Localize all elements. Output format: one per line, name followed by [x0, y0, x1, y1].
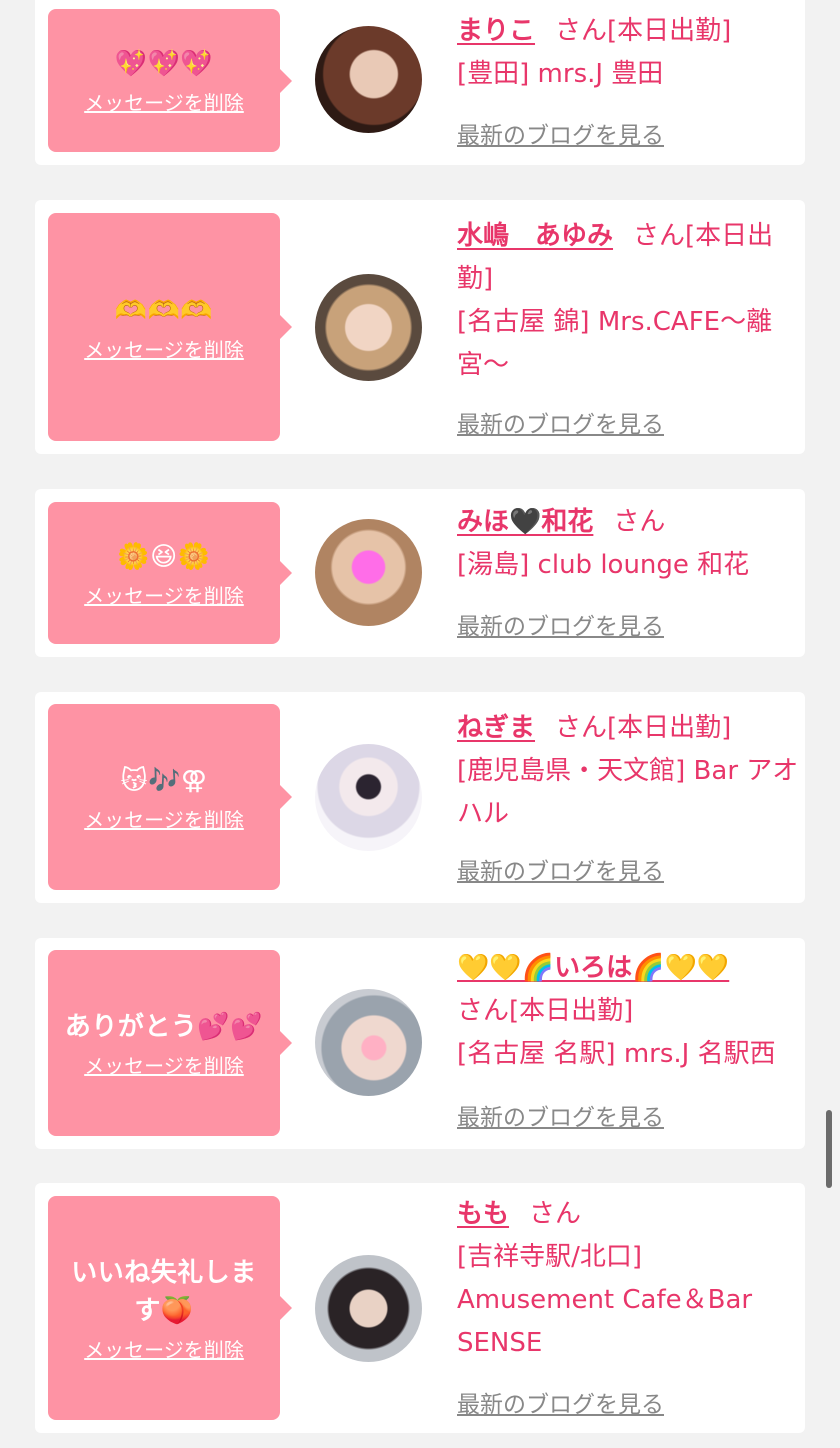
- message-bubble: 💖💖💖 メッセージを削除: [48, 9, 292, 152]
- work-status: [本日出勤]: [607, 16, 732, 46]
- shop-name: [名古屋 名駅] mrs.J 名駅西: [457, 1039, 776, 1069]
- avatar[interactable]: [315, 989, 422, 1096]
- profile-name-link[interactable]: 水嶋 あゆみ: [457, 221, 613, 251]
- profile-name-link[interactable]: もも: [457, 1199, 509, 1229]
- avatar[interactable]: [315, 274, 422, 381]
- shop-name: [湯島] club lounge 和花: [457, 550, 750, 580]
- work-status: [本日出勤]: [509, 996, 634, 1026]
- delete-message-link[interactable]: メッセージを削除: [84, 87, 244, 116]
- blog-link[interactable]: 最新のブログを見る: [457, 116, 664, 150]
- profile-info: まりこ さん[本日出勤] [豊田] mrs.J 豊田: [457, 16, 732, 89]
- avatar[interactable]: [315, 744, 422, 851]
- message-bubble: ありがとう💕💕 メッセージを削除: [48, 950, 292, 1136]
- shop-name: [鹿児島県・天文館] Bar アオハル: [457, 756, 799, 829]
- blog-link[interactable]: 最新のブログを見る: [457, 852, 664, 886]
- message-text: 🌼😆🌼: [117, 541, 211, 572]
- shop-name: [吉祥寺駅/北口] Amusement Cafe＆Bar SENSE: [457, 1242, 753, 1358]
- avatar[interactable]: [315, 519, 422, 626]
- favorite-card: いいね失礼します🍑 メッセージを削除 もも さん [吉祥寺駅/北口] Amusem…: [35, 1183, 805, 1433]
- blog-link[interactable]: 最新のブログを見る: [457, 607, 664, 641]
- avatar[interactable]: [315, 1255, 422, 1362]
- message-text: 💖💖💖: [114, 49, 214, 79]
- blog-link[interactable]: 最新のブログを見る: [457, 1098, 664, 1132]
- avatar[interactable]: [315, 26, 422, 133]
- message-bubble: 🫶🫶🫶 メッセージを削除: [48, 213, 292, 441]
- delete-message-link[interactable]: メッセージを削除: [84, 804, 244, 833]
- profile-info: ねぎま さん[本日出勤] [鹿児島県・天文館] Bar アオハル: [457, 713, 799, 829]
- profile-name-link[interactable]: まりこ: [457, 16, 535, 46]
- blog-link[interactable]: 最新のブログを見る: [457, 1385, 664, 1419]
- message-text: 🫶🫶🫶: [114, 295, 214, 326]
- profile-name-link[interactable]: ねぎま: [457, 713, 535, 743]
- blog-link[interactable]: 最新のブログを見る: [457, 405, 664, 439]
- message-text: 😽🎶⚢: [120, 765, 208, 796]
- scrollbar[interactable]: [826, 1110, 832, 1188]
- message-bubble: 😽🎶⚢ メッセージを削除: [48, 704, 292, 890]
- message-text: いいね失礼します🍑: [71, 1257, 257, 1326]
- favorite-card: 🌼😆🌼 メッセージを削除 みほ🖤和花 さん [湯島] club lounge 和花…: [35, 489, 805, 657]
- favorite-card: 🫶🫶🫶 メッセージを削除 水嶋 あゆみ さん[本日出勤] [名古屋 錦] Mrs.…: [35, 200, 805, 454]
- profile-name-link[interactable]: 💛💛🌈いろは🌈💛💛: [457, 953, 729, 983]
- profile-info: 水嶋 あゆみ さん[本日出勤] [名古屋 錦] Mrs.CAFE〜離宮〜: [457, 221, 774, 380]
- favorite-card: 😽🎶⚢ メッセージを削除 ねぎま さん[本日出勤] [鹿児島県・天文館] Bar …: [35, 692, 805, 903]
- delete-message-link[interactable]: メッセージを削除: [84, 1334, 244, 1363]
- profile-name-link[interactable]: みほ🖤和花: [457, 507, 593, 537]
- message-bubble: いいね失礼します🍑 メッセージを削除: [48, 1196, 292, 1420]
- profile-info: もも さん [吉祥寺駅/北口] Amusement Cafe＆Bar SENSE: [457, 1199, 753, 1358]
- favorite-card: 💖💖💖 メッセージを削除 まりこ さん[本日出勤] [豊田] mrs.J 豊田 最…: [35, 0, 805, 165]
- message-text: ありがとう💕💕: [64, 1011, 264, 1042]
- delete-message-link[interactable]: メッセージを削除: [84, 580, 244, 609]
- shop-name: [豊田] mrs.J 豊田: [457, 59, 664, 89]
- message-bubble: 🌼😆🌼 メッセージを削除: [48, 502, 292, 644]
- shop-name: [名古屋 錦] Mrs.CAFE〜離宮〜: [457, 307, 773, 380]
- profile-info: みほ🖤和花 さん [湯島] club lounge 和花: [457, 507, 750, 580]
- delete-message-link[interactable]: メッセージを削除: [84, 334, 244, 363]
- work-status: [本日出勤]: [607, 713, 732, 743]
- favorite-card: ありがとう💕💕 メッセージを削除 💛💛🌈いろは🌈💛💛 さん[本日出勤] [名古屋…: [35, 938, 805, 1149]
- delete-message-link[interactable]: メッセージを削除: [84, 1050, 244, 1079]
- profile-info: 💛💛🌈いろは🌈💛💛 さん[本日出勤] [名古屋 名駅] mrs.J 名駅西: [457, 953, 776, 1069]
